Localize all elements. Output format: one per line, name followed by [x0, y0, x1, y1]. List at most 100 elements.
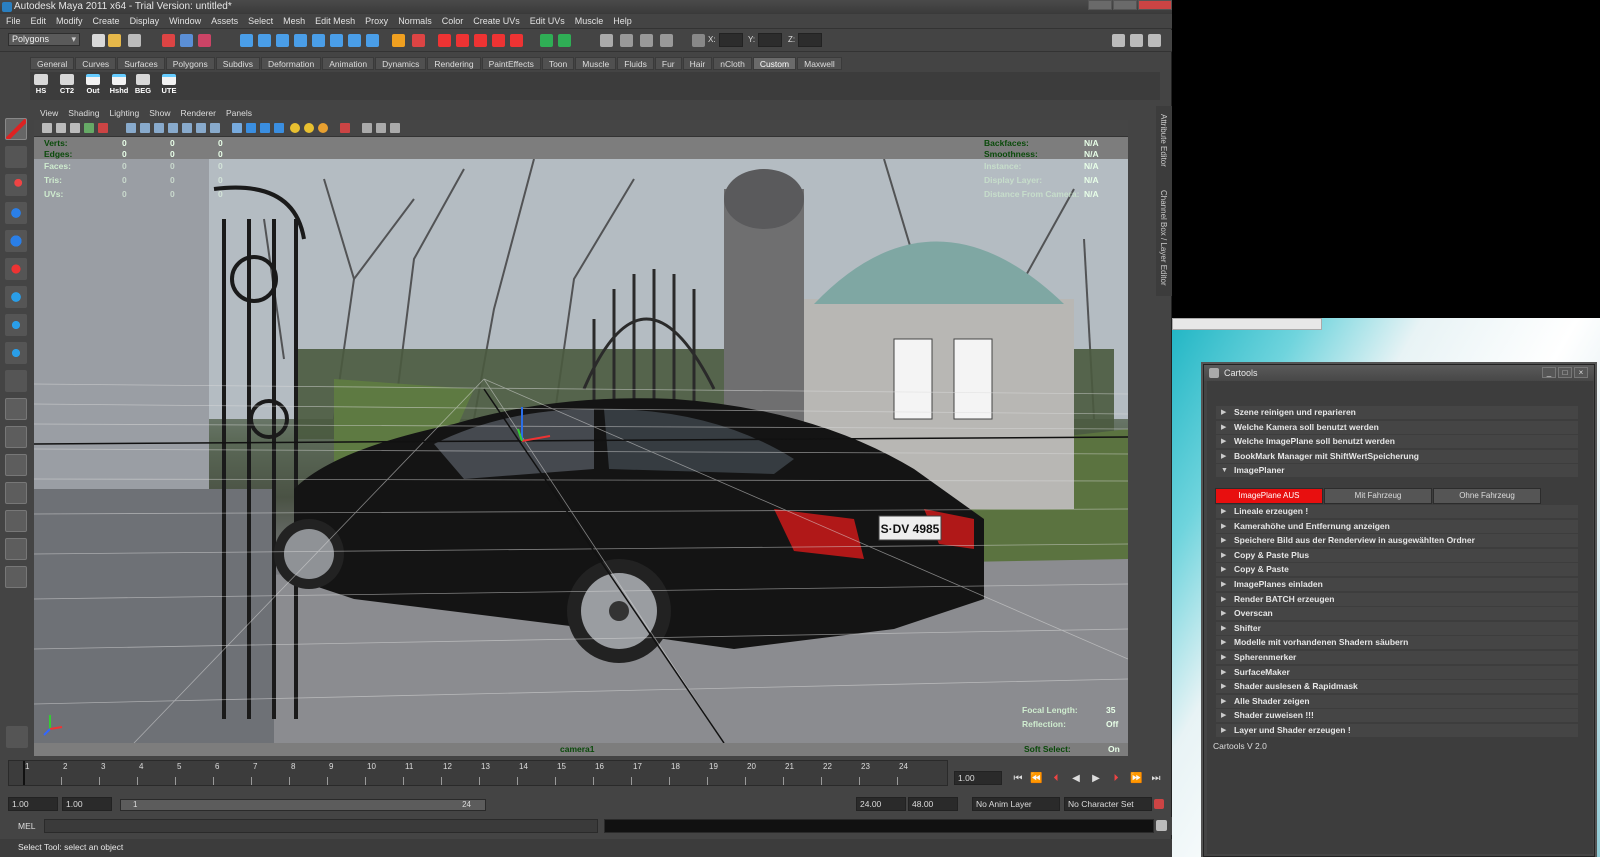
menu-normals[interactable]: Normals [398, 16, 432, 26]
render-settings-icon[interactable] [474, 34, 487, 47]
use-all-lights-icon[interactable] [304, 123, 314, 133]
wireframe-on-shaded-icon[interactable] [260, 123, 270, 133]
viewport-renderer-icon[interactable] [390, 123, 400, 133]
new-scene-icon[interactable] [92, 34, 105, 47]
persp-uv-layout-icon[interactable] [5, 538, 27, 560]
current-frame-field[interactable]: 1.00 [954, 771, 1002, 785]
graph-icon[interactable] [660, 34, 673, 47]
shelf-button-hs[interactable]: HS [30, 74, 52, 98]
shelf-tab-general[interactable]: General [30, 57, 75, 70]
safe-title-icon[interactable] [210, 123, 220, 133]
menu-create-uvs[interactable]: Create UVs [473, 16, 520, 26]
step-forward-key-icon[interactable]: ⏩ [1130, 773, 1142, 785]
gate-mask-icon[interactable] [168, 123, 178, 133]
shelf-tab-deformation[interactable]: Deformation [260, 57, 322, 70]
perspective-viewport[interactable]: S·DV 4985 Focal Length: 35 Reflection: O… [34, 159, 1128, 743]
menu-edit-mesh[interactable]: Edit Mesh [315, 16, 355, 26]
panel-menu-shading[interactable]: Shading [68, 108, 99, 118]
snap-curve-icon[interactable] [258, 34, 271, 47]
cartools-item-welche-kamera-soll-benutzt-werden[interactable]: ▶ Welche Kamera soll benutzt werden [1216, 420, 1578, 434]
cartools-item-shader-auslesen-rapidmask[interactable]: ▶ Shader auslesen & Rapidmask [1216, 680, 1578, 694]
step-back-key-icon[interactable]: ⏪ [1030, 773, 1042, 785]
end-time-field[interactable]: 48.00 [908, 797, 958, 811]
shelf-tab-animation[interactable]: Animation [322, 57, 375, 70]
soft-modification-icon[interactable] [5, 314, 27, 336]
select-by-hierarchy-icon[interactable] [162, 34, 175, 47]
script-editor-icon[interactable] [1156, 820, 1167, 831]
snapshot-icon[interactable] [558, 34, 571, 47]
image-plane-icon[interactable] [84, 123, 94, 133]
menu-create[interactable]: Create [93, 16, 120, 26]
wireframe-icon[interactable] [232, 123, 242, 133]
move-tool-icon[interactable] [5, 202, 27, 224]
cartools-item-bookmark-manager-mit-shiftwertspeicherung[interactable]: ▶ BookMark Manager mit ShiftWertSpeicheru… [1216, 449, 1578, 463]
persp-graph-layout-icon[interactable] [5, 482, 27, 504]
menu-help[interactable]: Help [613, 16, 632, 26]
close-button[interactable] [1138, 0, 1172, 10]
safe-action-icon[interactable] [196, 123, 206, 133]
anim-layer-select[interactable]: No Anim Layer [972, 797, 1060, 811]
universal-manipulator-icon[interactable] [5, 286, 27, 308]
cartools-close-button[interactable]: × [1574, 367, 1588, 378]
persp-graph-outliner-layout-icon[interactable] [5, 566, 27, 588]
shelf-tab-toon[interactable]: Toon [541, 57, 575, 70]
z-input[interactable] [798, 33, 823, 47]
select-tool-icon[interactable] [5, 118, 27, 140]
cartools-item-lineale-erzeugen[interactable]: ▶ Lineale erzeugen ! [1216, 505, 1578, 518]
shelf-button-out[interactable]: Out [82, 74, 104, 98]
show-manipulator-icon[interactable] [5, 342, 27, 364]
select-camera-icon[interactable] [42, 123, 52, 133]
two-d-pan-zoom-icon[interactable] [98, 123, 108, 133]
use-default-light-icon[interactable] [290, 123, 300, 133]
go-to-end-icon[interactable]: ⏭ [1150, 773, 1162, 785]
maximize-button[interactable] [1113, 0, 1137, 10]
x-input[interactable] [718, 33, 743, 47]
go-to-start-icon[interactable]: ⏮ [1012, 773, 1024, 785]
cartools-item-spherenmerker[interactable]: ▶ Spherenmerker [1216, 651, 1578, 664]
resolution-gate-icon[interactable] [154, 123, 164, 133]
cartools-item-szene-reinigen-und-reparieren[interactable]: ▶ Szene reinigen und reparieren [1216, 406, 1578, 419]
shelf-button-beg[interactable]: BEG [132, 74, 154, 98]
toolbox-bottom-icon[interactable] [6, 726, 28, 748]
snap-grid-icon[interactable] [240, 34, 253, 47]
hypershade-icon[interactable] [492, 34, 505, 47]
cartools-item-alle-shader-zeigen[interactable]: ▶ Alle Shader zeigen [1216, 694, 1578, 708]
open-scene-icon[interactable] [108, 34, 121, 47]
field-chart-icon[interactable] [182, 123, 192, 133]
menu-window[interactable]: Window [169, 16, 201, 26]
history-icon[interactable] [330, 34, 343, 47]
textured-icon[interactable] [274, 123, 284, 133]
high-quality-icon[interactable] [376, 123, 386, 133]
cartools-item-imageplaner[interactable]: ▼ ImagePlaner [1216, 464, 1578, 478]
make-live-icon[interactable] [312, 34, 325, 47]
render-region-icon[interactable] [540, 34, 553, 47]
shelf-tab-curves[interactable]: Curves [75, 57, 117, 70]
cartools-item-copy-paste[interactable]: ▶ Copy & Paste [1216, 563, 1578, 577]
camera-attributes-icon[interactable] [56, 123, 66, 133]
playback-start-field[interactable]: 1.00 [62, 797, 112, 811]
start-time-field[interactable]: 1.00 [8, 797, 58, 811]
menu-assets[interactable]: Assets [211, 16, 238, 26]
cartools-item-overscan[interactable]: ▶ Overscan [1216, 607, 1578, 621]
play-forward-icon[interactable]: ▶ [1090, 773, 1102, 785]
command-language-label[interactable]: MEL [18, 821, 35, 831]
command-input[interactable] [44, 819, 598, 833]
absolute-transform-icon[interactable] [692, 34, 705, 47]
construction-icon[interactable] [348, 34, 361, 47]
shelf-tab-surfaces[interactable]: Surfaces [117, 57, 165, 70]
shelf-tab-subdivs[interactable]: Subdivs [215, 57, 260, 70]
play-backward-icon[interactable]: ◀ [1070, 773, 1082, 785]
bookmarks-icon[interactable] [70, 123, 80, 133]
cartools-item-speichere-bild-aus-der-renderview-in-ausgew-hlten-ordner[interactable]: ▶ Speichere Bild aus der Renderview in au… [1216, 534, 1578, 548]
shelf-tab-hair[interactable]: Hair [682, 57, 713, 70]
tool-settings-toggle-icon[interactable] [1130, 34, 1143, 47]
menu-muscle[interactable]: Muscle [575, 16, 604, 26]
step-forward-frame-icon[interactable]: ⏵ [1110, 773, 1122, 785]
snap-point-icon[interactable] [276, 34, 289, 47]
shelf-button-ct2[interactable]: CT2 [56, 74, 78, 98]
menu-mesh[interactable]: Mesh [283, 16, 305, 26]
panel-menu-view[interactable]: View [40, 108, 58, 118]
cartools-item-surfacemaker[interactable]: ▶ SurfaceMaker [1216, 665, 1578, 679]
cartools-item-layer-und-shader-erzeugen[interactable]: ▶ Layer und Shader erzeugen ! [1216, 724, 1578, 737]
cartools-item-copy-paste-plus[interactable]: ▶ Copy & Paste Plus [1216, 548, 1578, 562]
